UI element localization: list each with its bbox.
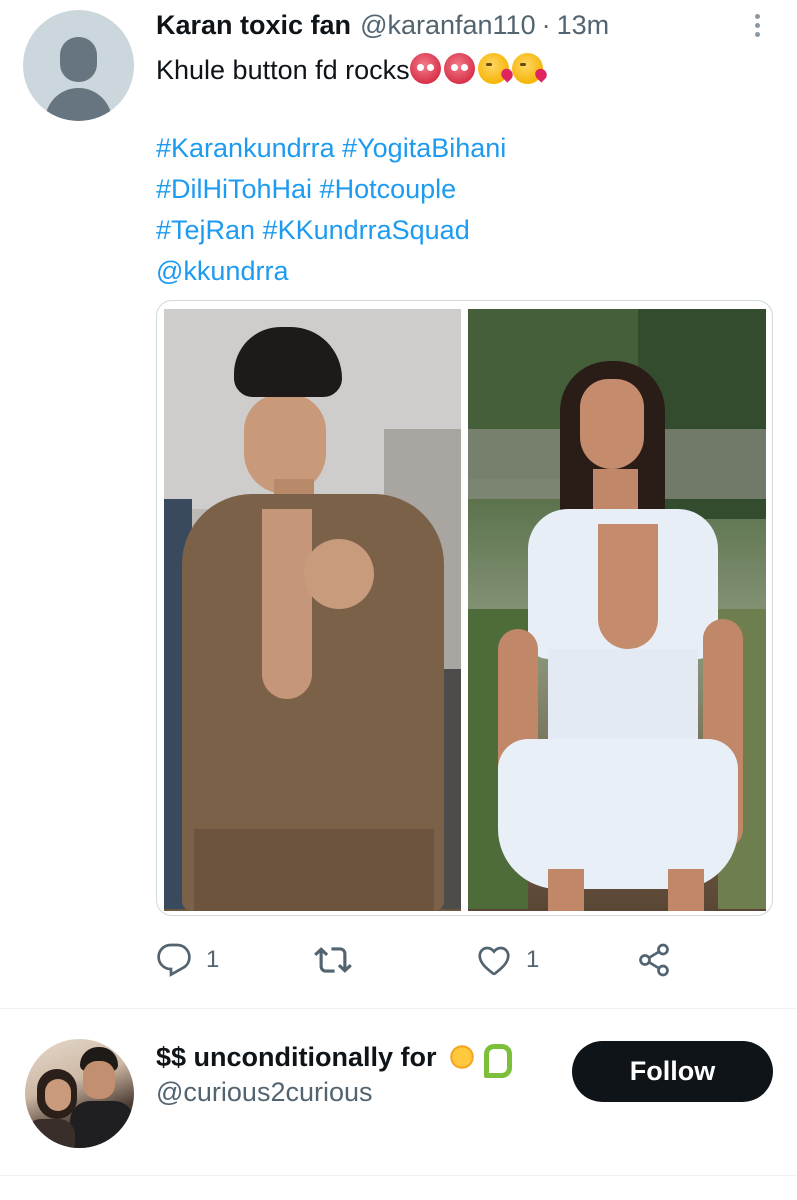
avatar-head-shape — [60, 37, 97, 82]
face-blowing-kiss-emoji-icon — [511, 53, 543, 84]
retweet-icon — [314, 947, 352, 973]
heart-icon — [478, 946, 510, 976]
hot-face-emoji-icon — [443, 53, 475, 84]
author-handle[interactable]: @karanfan110 — [360, 10, 536, 41]
reply-count: 1 — [206, 946, 220, 973]
photo-woman-floral-dress[interactable] — [468, 309, 766, 911]
header-separator: · — [541, 10, 551, 40]
like-button[interactable]: 1 — [476, 935, 539, 985]
author-display-name[interactable]: Karan toxic fan — [156, 10, 351, 41]
tweet-body-text: Khule button fd rocks — [156, 55, 410, 85]
reply-button[interactable]: 1 — [156, 935, 219, 985]
like-count: 1 — [526, 946, 540, 973]
avatar-shoulders-shape — [45, 88, 112, 121]
face-blowing-kiss-emoji-icon — [477, 53, 509, 84]
suggested-user-handle[interactable]: @curious2curious — [156, 1077, 373, 1108]
hashtag-lines: #Karankundrra #YogitaBihani #DilHiTohHai… — [156, 128, 506, 292]
tweet-actions: 1 1 — [156, 935, 696, 985]
user-avatar[interactable] — [25, 1039, 134, 1148]
follow-button[interactable]: Follow — [572, 1041, 773, 1102]
tweet-header: Karan toxic fan @karanfan110 · 13m — [156, 10, 609, 44]
reply-icon — [157, 943, 191, 977]
suggested-user-name[interactable]: $$ unconditionally for — [156, 1039, 512, 1078]
tweet[interactable]: Karan toxic fan @karanfan110 · 13m Khule… — [0, 0, 797, 1008]
tweet-text: Khule button fd rocks — [156, 50, 546, 90]
hashtag-line[interactable]: #TejRan #KKundrraSquad — [156, 210, 506, 251]
tweet-timestamp[interactable]: 13m — [557, 10, 610, 41]
share-icon — [639, 943, 669, 977]
share-button[interactable] — [636, 935, 672, 985]
mention-link[interactable]: @kkundrra — [156, 251, 506, 292]
who-to-follow-card[interactable]: $$ unconditionally for @curious2curious … — [0, 1009, 797, 1175]
hashtag-line[interactable]: #DilHiTohHai #Hotcouple — [156, 169, 506, 210]
photo-man-brown-shirt[interactable] — [164, 309, 461, 911]
retweet-button[interactable] — [314, 935, 366, 985]
hot-face-emoji-icon — [409, 53, 441, 84]
more-options-icon[interactable] — [740, 8, 774, 42]
hashtag-line[interactable]: #Karankundrra #YogitaBihani — [156, 128, 506, 169]
sun-emoji-icon — [446, 1042, 477, 1072]
snake-emoji-icon — [481, 1042, 512, 1078]
suggested-user-display-name: $$ unconditionally for — [156, 1041, 437, 1072]
tweet-media[interactable] — [156, 300, 773, 916]
section-divider — [0, 1175, 797, 1176]
default-avatar[interactable] — [23, 10, 134, 121]
